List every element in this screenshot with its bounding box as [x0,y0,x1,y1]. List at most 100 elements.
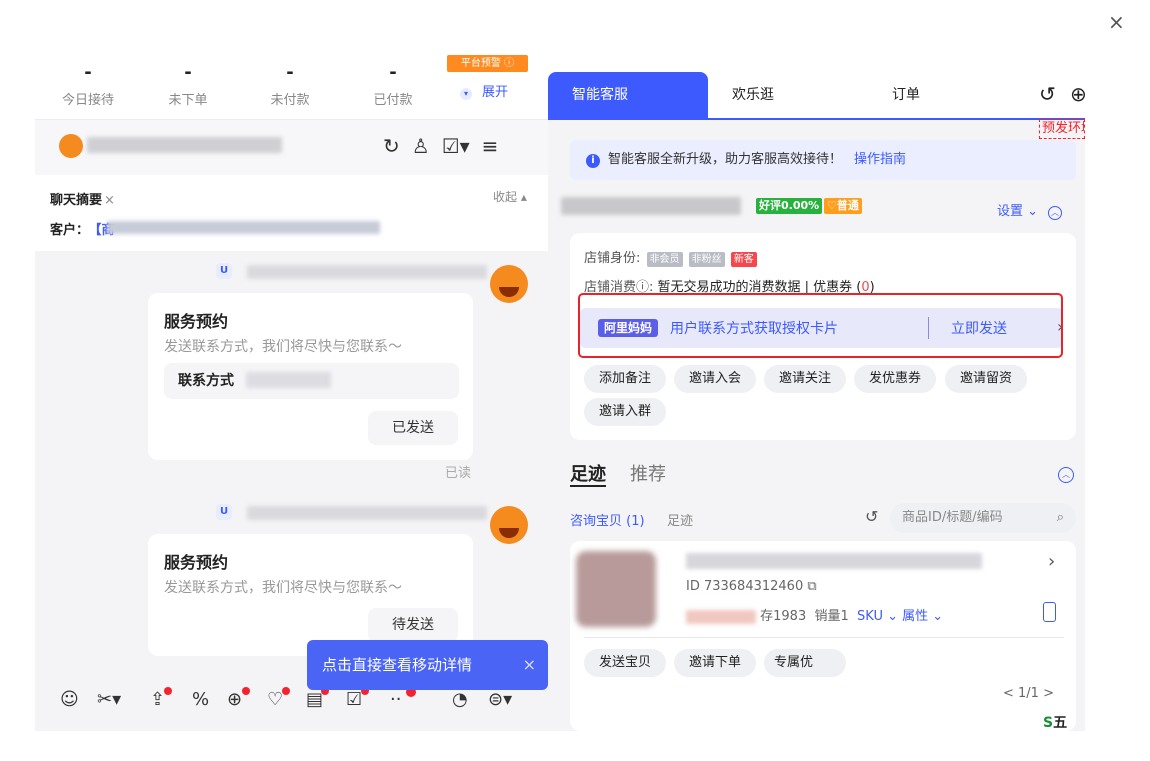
discount-icon[interactable]: % [192,689,209,710]
level-badge: ♡普通 [824,198,862,214]
product-search-input[interactable]: 商品ID/标题/编码 ⌕ [890,503,1076,533]
more-icon[interactable]: ·· [390,689,401,710]
stat-paid[interactable]: - 已付款 [348,63,438,109]
send-product-button[interactable]: 发送宝贝 [584,649,666,677]
menu-icon[interactable]: ≡ [482,134,499,158]
invite-member-button[interactable]: 邀请入会 [674,365,756,393]
red-dot [282,687,290,695]
platform-warning-badge[interactable]: 平台预警 ⓘ [447,55,528,72]
emoji-icon[interactable]: ☺ [60,689,79,710]
tab-huanlegang[interactable]: 欢乐逛 [732,72,774,118]
exclusive-offer-button[interactable]: 专属优 [764,649,846,677]
settings-dropdown[interactable]: 设置 ⌄ ︿ [997,200,1063,220]
sku-dropdown[interactable]: SKU ⌄ [857,609,898,624]
sender-blurred [247,506,487,520]
pre-env-badge: 预发环境 [1039,119,1085,139]
tab-recommend[interactable]: 推荐 [630,460,666,486]
close-icon[interactable]: × [1108,12,1125,32]
history-icon[interactable]: ↻ [383,134,400,158]
red-dot [242,687,250,695]
footprint-tab[interactable]: 足迹 [667,510,693,529]
rating-badge: 好评0.00% [756,198,823,214]
workbench: - 今日接待 - 未下单 - 未付款 - 已付款 平台预警 ⓘ ▾ 展开 ↻ ♙ ☑▾ ≡ 聊天… [35,55,1085,731]
consult-items-tab[interactable]: 咨询宝贝 (1) [570,510,645,529]
collapse-button[interactable]: 收起 ▴ [493,188,527,205]
header-icons: ↻ ♙ ☑▾ ≡ [383,134,510,158]
customer-info-card: 店铺身份: 非会员 非粉丝 新客 店铺消费ⓘ: 暂无交易成功的消费数据 | 优惠… [570,233,1076,440]
chevron-right-icon[interactable]: › [1048,551,1055,572]
quick-reply-icon[interactable]: ⊜▾ [488,689,512,710]
add-icon[interactable]: ⊕ [1070,82,1085,106]
coupon-icon[interactable]: ⊕ [227,689,242,710]
bot-avatar [490,506,528,544]
scissors-icon[interactable]: ✂▾ [97,689,121,710]
sender-blurred [247,265,487,279]
chevron-up-icon[interactable]: ︿ [1048,206,1063,220]
add-note-button[interactable]: 添加备注 [584,365,666,393]
product-card: ID 733684312460 ⧉ 存1983 销量1 SKU ⌄ 属性 ⌄ ›… [570,541,1076,731]
highlight-box [578,293,1063,358]
mobile-detail-tooltip[interactable]: 点击直接查看移动详情 × [307,640,548,690]
robot-icon: U [216,263,232,279]
phone-icon[interactable] [1043,602,1056,622]
summary-title: 聊天摘要 × [50,193,115,208]
invite-leave-info-button[interactable]: 邀请留资 [945,365,1027,393]
info-icon: i [586,154,600,168]
stats-bar: - 今日接待 - 未下单 - 未付款 - 已付款 平台预警 ⓘ ▾ 展开 [35,55,548,120]
sogou-icon: S [1043,715,1054,731]
guide-link[interactable]: 操作指南 [854,152,906,167]
invite-icon[interactable]: ☑ [346,689,362,710]
user-icon[interactable]: ♙ [412,134,430,158]
product-stats: 存1983 销量1 SKU ⌄ 属性 ⌄ [686,605,943,624]
tab-bar: 智能客服 欢乐逛 订单 ↺ ⊕ [548,72,1085,120]
customer-name-blurred [87,137,282,153]
refresh-icon[interactable]: ↺ [1039,82,1056,106]
chevron-up-icon[interactable]: ︿ [1058,467,1074,483]
robot-icon: U [216,504,232,520]
shop-identity: 店铺身份: 非会员 非粉丝 新客 [584,247,757,267]
customer-header: ↻ ♙ ☑▾ ≡ [35,120,548,175]
product-image [576,551,656,627]
ime-indicator: S五 [1043,715,1068,731]
send-coupon-button[interactable]: 发优惠券 [854,365,936,393]
close-icon[interactable]: × [523,640,536,690]
chat-summary: 聊天摘要 × 收起 ▴ 客户： 【商 [35,175,548,251]
avatar [59,134,83,158]
bot-avatar [490,265,528,303]
invite-group-button[interactable]: 邀请入群 [584,398,666,426]
upload-icon[interactable]: ⇪ [150,689,165,710]
stat-today[interactable]: - 今日接待 [43,63,133,109]
invite-order-button[interactable]: 邀请下单 [674,649,756,677]
invite-follow-button[interactable]: 邀请关注 [764,365,846,393]
close-icon[interactable]: × [104,193,115,208]
red-dot [164,687,172,695]
tab-smart-service[interactable]: 智能客服 [548,72,708,118]
customer-name-blurred [561,197,741,215]
assistant-panel: 智能客服 欢乐逛 订单 ↺ ⊕ 预发环境 i智能客服全新升级，助力客服高效接待！… [548,55,1085,731]
tab-orders[interactable]: 订单 [892,72,920,118]
compass-icon[interactable]: ◔ [452,689,468,710]
sent-button[interactable]: 已发送 [368,411,458,445]
expand-button[interactable]: ▾ 展开 [460,81,508,100]
chat-messages: U 服务预约 发送联系方式，我们将尽快与您联系～ 联系方式 已发送 已读 U 服… [35,251,548,676]
attr-dropdown[interactable]: 属性 ⌄ [902,609,943,624]
chevron-down-icon: ▾ [460,88,472,100]
customer-detail-blurred [107,221,380,234]
tab-footprint[interactable]: 足迹 [570,460,606,486]
search-icon[interactable]: ⌕ [1057,503,1064,533]
chat-panel: - 今日接待 - 未下单 - 未付款 - 已付款 平台预警 ⓘ ▾ 展开 ↻ ♙ ☑▾ ≡ 聊天… [35,55,548,731]
customer-line: 客户： 【商 [50,223,115,238]
stat-not-ordered[interactable]: - 未下单 [143,63,233,109]
dialog-frame: × - 今日接待 - 未下单 - 未付款 - 已付款 平台预警 ⓘ ▾ 展开 ↻ ♙ ☑▾ ≡ … [0,0,1150,761]
pagination[interactable]: < 1/1 > [1003,686,1054,701]
tag-new-customer: 新客 [730,252,757,267]
service-card-2: 服务预约 发送联系方式，我们将尽快与您联系～ 待发送 [148,534,473,656]
pending-send-button[interactable]: 待发送 [368,608,458,642]
price-blurred [686,609,756,624]
stat-unpaid[interactable]: - 未付款 [245,63,335,109]
copy-icon[interactable]: ⧉ [807,579,816,594]
refresh-icon[interactable]: ↺ [865,507,878,526]
heart-tag-icon[interactable]: ♡ [267,689,283,710]
mark-icon[interactable]: ☑▾ [442,134,470,158]
tab-underline [570,485,606,487]
